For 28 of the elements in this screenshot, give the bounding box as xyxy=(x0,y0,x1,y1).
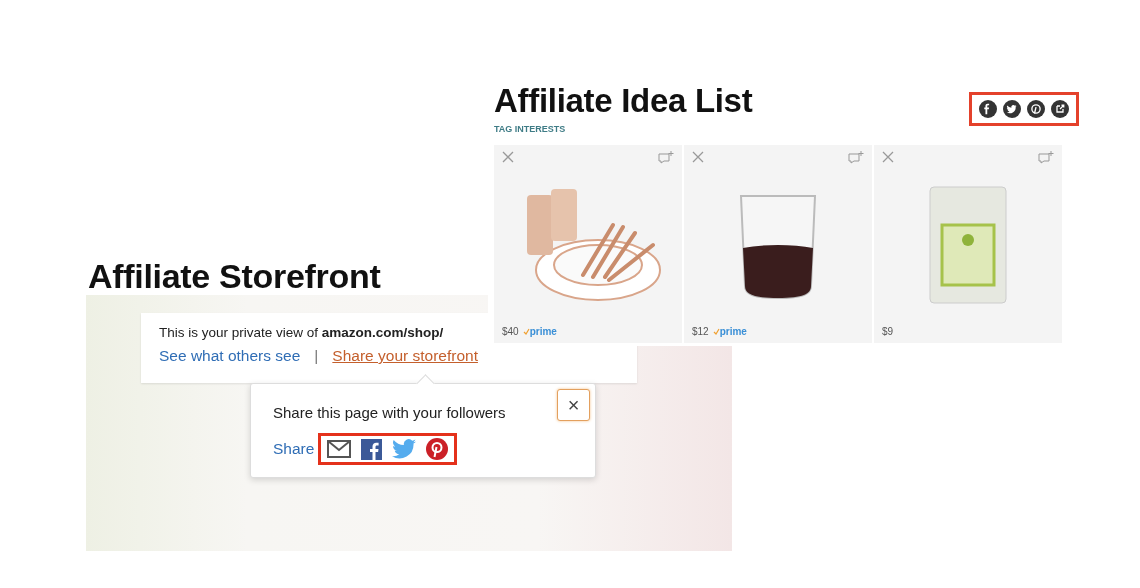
share-label: Share xyxy=(273,440,315,458)
pinterest-icon[interactable] xyxy=(426,438,449,460)
storefront-link[interactable]: Share your storefront xyxy=(332,347,478,365)
section-title: Affiliate Idea List xyxy=(494,83,753,119)
price: $12 xyxy=(692,326,709,337)
separator: | xyxy=(314,347,319,365)
prime-badge: prime xyxy=(522,326,557,337)
share-external-icon[interactable] xyxy=(1051,100,1069,118)
share-message: Share this page with your followers xyxy=(273,404,507,421)
product-card[interactable]: $12 prime xyxy=(684,145,872,343)
email-icon[interactable] xyxy=(327,440,352,458)
product-card[interactable]: $9 xyxy=(874,145,1062,343)
tag-interests-link[interactable]: TAG INTERESTS xyxy=(494,124,753,134)
close-button[interactable]: × xyxy=(557,389,590,421)
twitter-icon[interactable] xyxy=(1003,100,1021,118)
facebook-icon[interactable] xyxy=(979,100,997,118)
private-view-text: This is your private view of amazon.com/shop/ xyxy=(159,325,444,340)
storefront-link[interactable]: See what others see xyxy=(159,347,301,365)
pinterest-icon[interactable] xyxy=(1027,100,1045,118)
close-icon[interactable] xyxy=(882,151,894,163)
close-icon[interactable] xyxy=(692,151,704,163)
close-icon[interactable] xyxy=(502,151,514,163)
section-title: Affiliate Storefront xyxy=(88,256,382,296)
facebook-icon[interactable] xyxy=(361,438,383,460)
prime-badge: prime xyxy=(712,326,747,337)
product-card[interactable]: $40 prime xyxy=(494,145,682,343)
price: $9 xyxy=(882,326,894,337)
price: $40 xyxy=(502,326,519,337)
